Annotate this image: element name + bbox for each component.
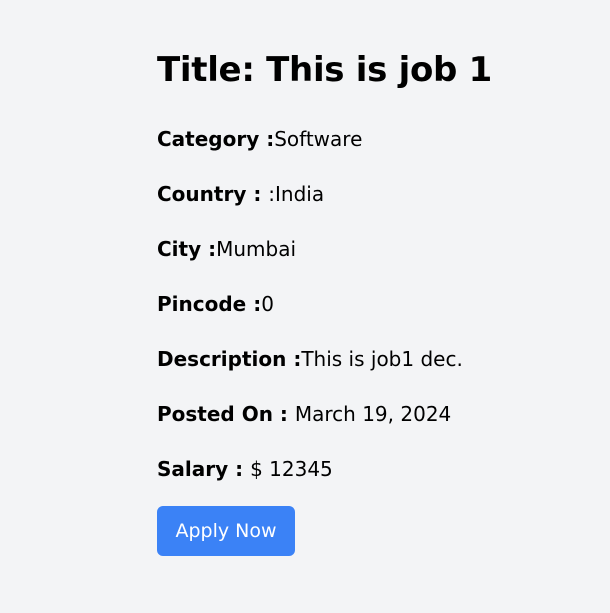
salary-label: Salary : xyxy=(157,457,251,481)
salary-value: $ 12345 xyxy=(250,457,333,481)
job-title: Title: This is job 1 xyxy=(157,50,492,90)
country-label: Country : xyxy=(157,182,269,206)
city-label: City : xyxy=(157,237,217,261)
description-row: Description :This is job1 dec. xyxy=(157,345,463,373)
country-row: Country : :India xyxy=(157,180,324,208)
posted-on-label: Posted On : xyxy=(157,402,295,426)
apply-now-button[interactable]: Apply Now xyxy=(157,506,295,556)
pincode-row: Pincode :0 xyxy=(157,290,274,318)
city-row: City :Mumbai xyxy=(157,235,296,263)
posted-on-row: Posted On : March 19, 2024 xyxy=(157,400,451,428)
category-value: Software xyxy=(274,127,363,151)
pincode-value: 0 xyxy=(261,292,274,316)
description-value: This is job1 dec. xyxy=(301,347,463,371)
pincode-label: Pincode : xyxy=(157,292,262,316)
salary-row: Salary : $ 12345 xyxy=(157,455,333,483)
description-label: Description : xyxy=(157,347,302,371)
category-label: Category : xyxy=(157,127,275,151)
country-value: :India xyxy=(268,182,325,206)
category-row: Category :Software xyxy=(157,125,362,153)
posted-on-value: March 19, 2024 xyxy=(294,402,452,426)
city-value: Mumbai xyxy=(216,237,297,261)
